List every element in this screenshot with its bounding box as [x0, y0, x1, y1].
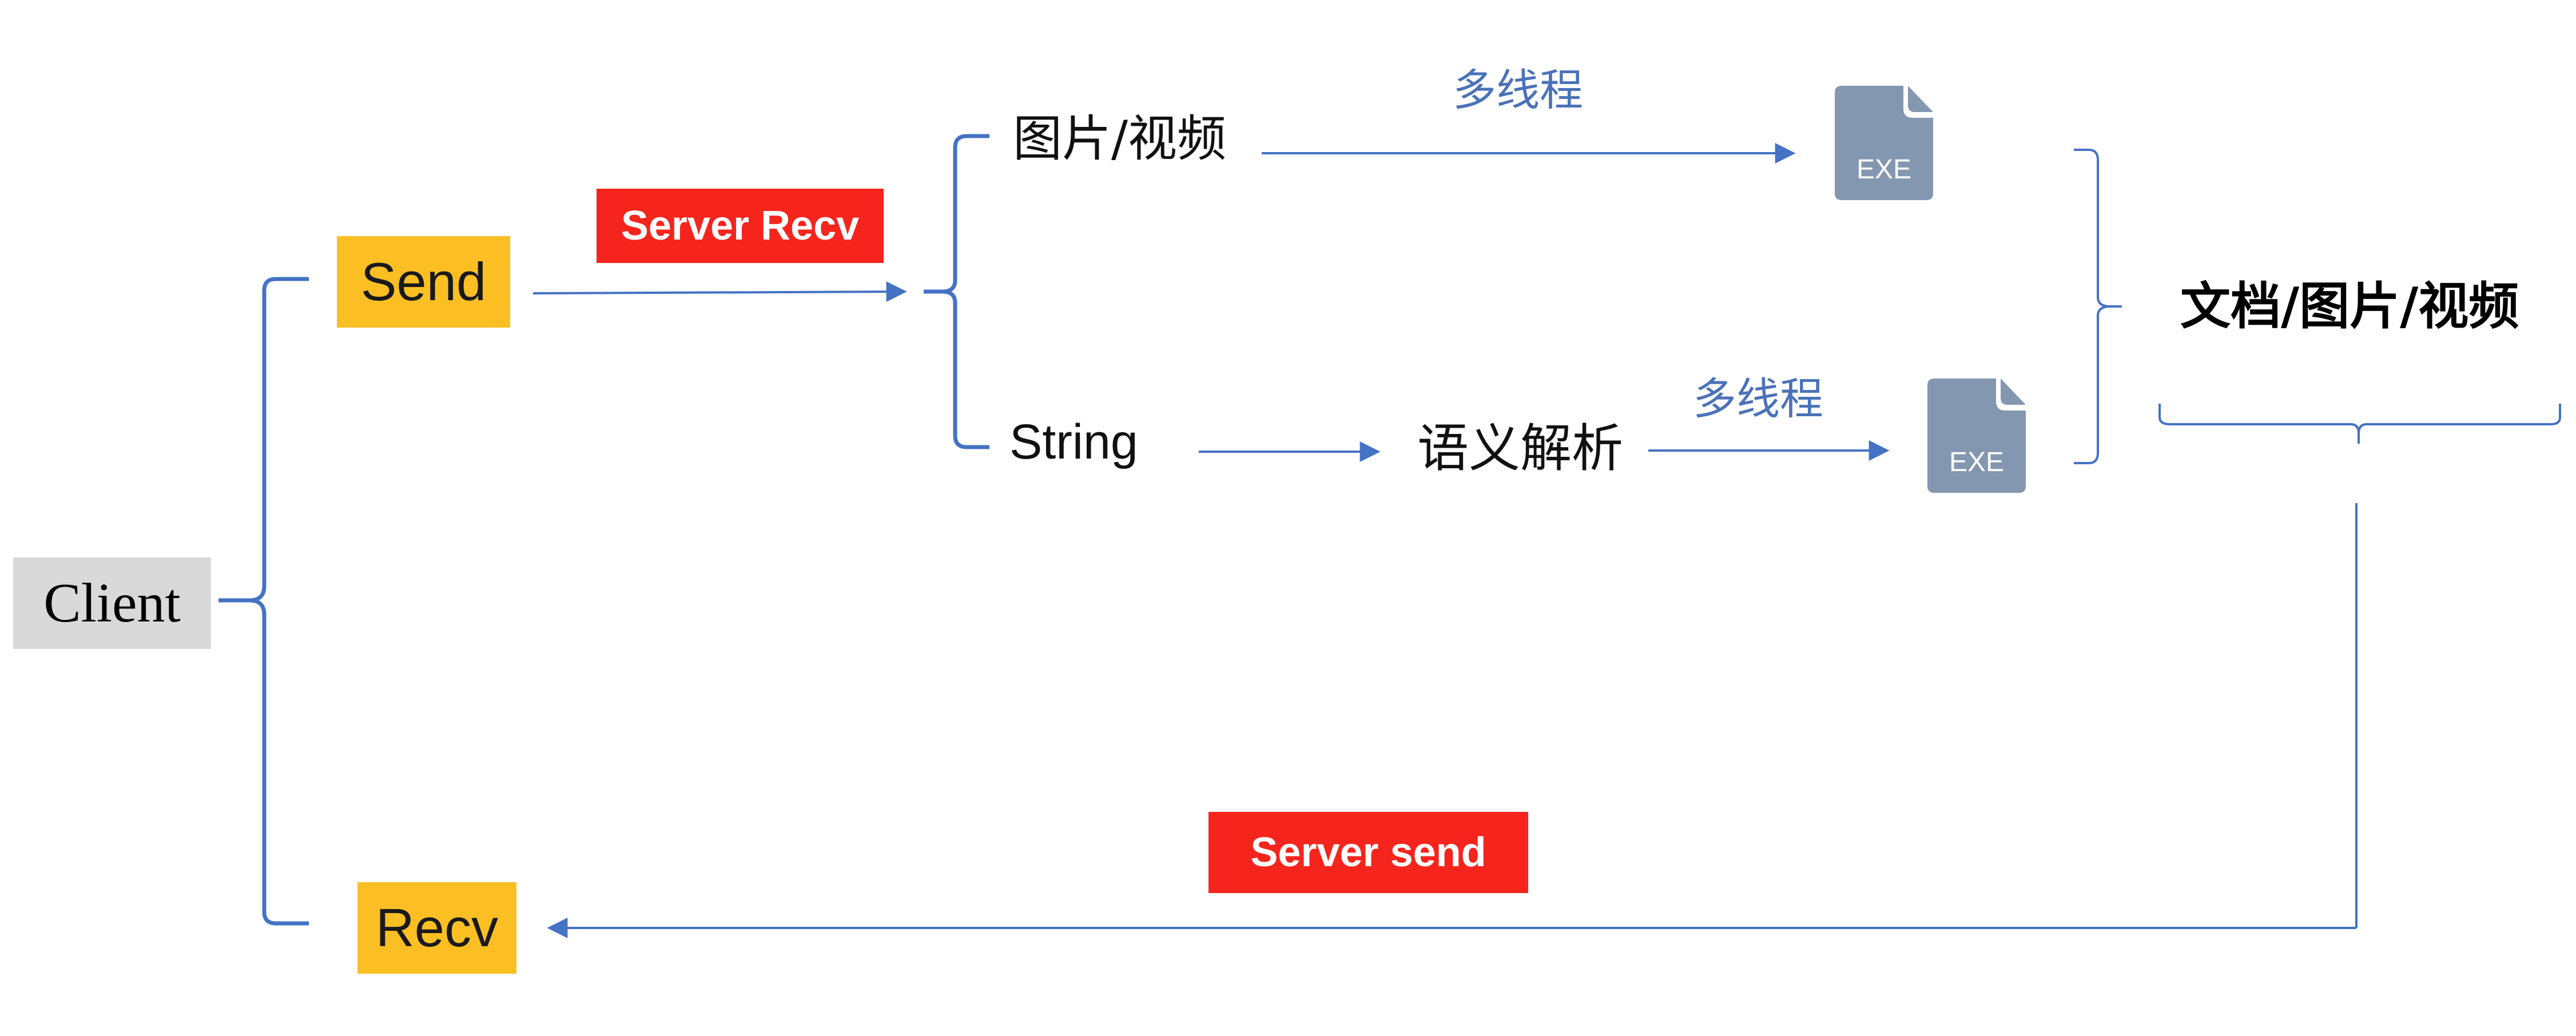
output-underbrace: [2158, 404, 2561, 444]
multithread-label-bottom: 多线程: [1693, 373, 1823, 424]
send-to-server-arrow: [532, 281, 907, 302]
exe-file-icon: EXE: [1835, 86, 1933, 200]
semantic-parsing-node: 语义解析: [1417, 419, 1623, 479]
merge-brace: [2074, 149, 2122, 464]
split-brace: [924, 134, 989, 449]
string-node: String: [1009, 415, 1138, 469]
client-node: Client: [13, 557, 211, 649]
image-video-node: 图片/视频: [1013, 110, 1226, 168]
multithread-label-top: 多线程: [1453, 65, 1583, 115]
output-node: 文档/图片/视频: [2180, 277, 2519, 336]
client-brace: [218, 277, 309, 926]
server-recv-label: Server Recv: [597, 189, 884, 263]
exe-file-label: EXE: [1856, 154, 1912, 185]
server-send-label: Server send: [1209, 812, 1528, 893]
send-node: Send: [337, 236, 510, 328]
exe-file-icon: EXE: [1927, 378, 2026, 493]
recv-node: Recv: [357, 882, 516, 974]
exe-file-label: EXE: [1949, 447, 2005, 477]
